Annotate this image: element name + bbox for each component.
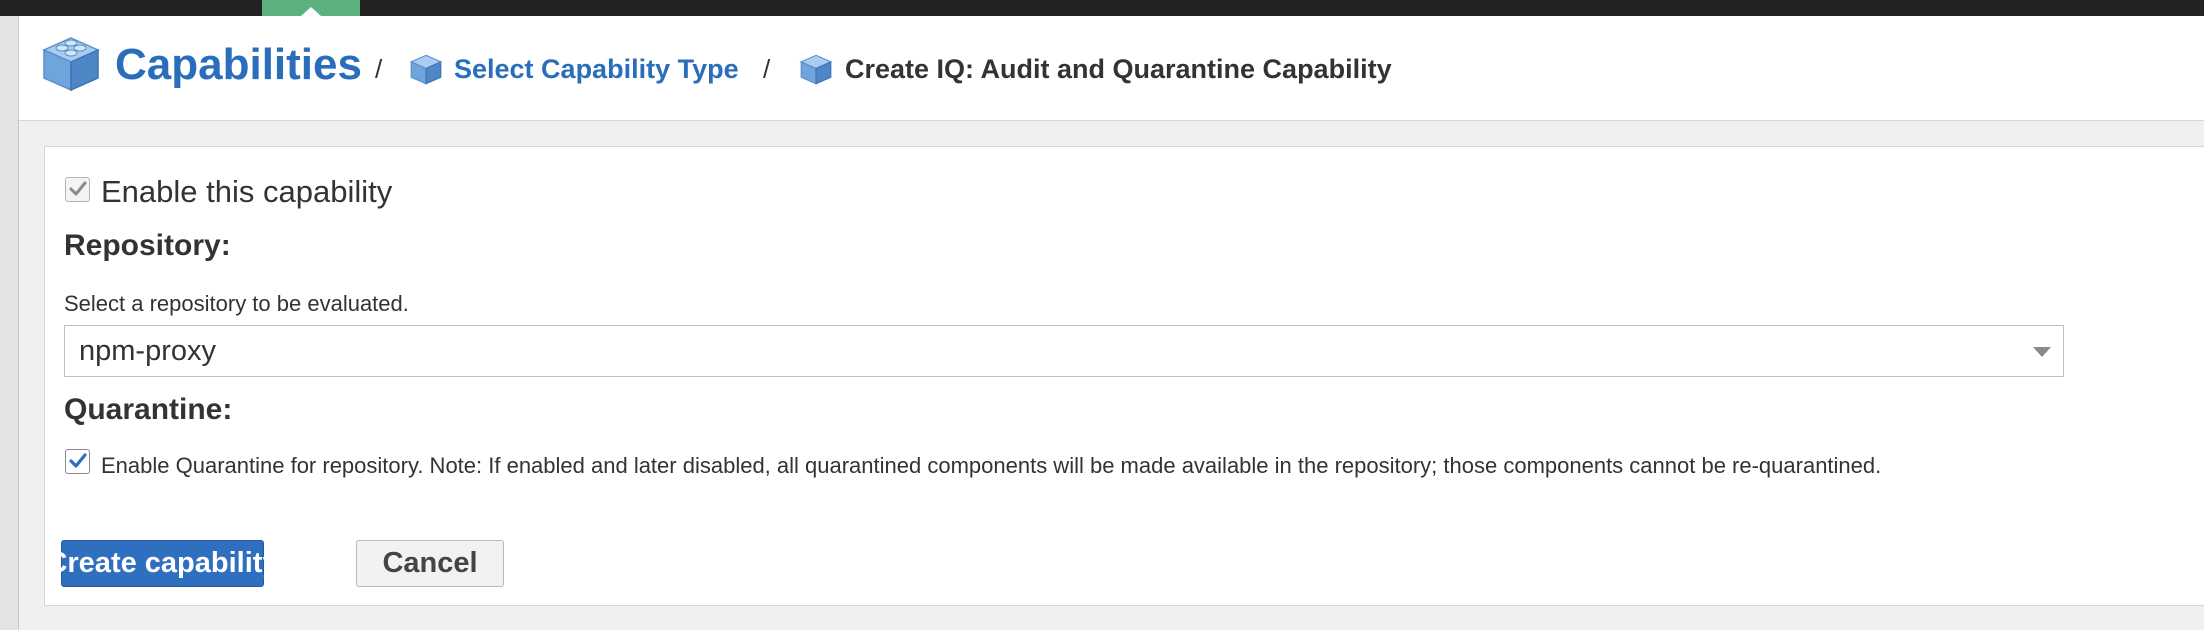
left-strip: [0, 16, 19, 630]
enable-quarantine-checkbox[interactable]: [65, 449, 90, 474]
tab-notch: [301, 7, 321, 16]
repository-select-value: npm-proxy: [79, 335, 216, 367]
quarantine-heading: Quarantine:: [64, 393, 233, 426]
cube-icon: [409, 53, 443, 90]
chevron-down-icon[interactable]: [2033, 347, 2051, 357]
cube-icon: [40, 34, 102, 97]
cancel-button[interactable]: Cancel: [356, 540, 504, 587]
checkmark-icon: [69, 181, 87, 196]
repository-select[interactable]: npm-proxy: [64, 325, 2064, 377]
enable-capability-label[interactable]: Enable this capability: [101, 174, 392, 210]
breadcrumb-separator: /: [763, 54, 771, 84]
breadcrumb-select-capability-type-link[interactable]: Select Capability Type: [454, 54, 739, 85]
breadcrumb-separator: /: [375, 54, 383, 84]
enable-quarantine-label[interactable]: Enable Quarantine for repository. Note: …: [101, 453, 1881, 479]
repository-heading: Repository:: [64, 229, 231, 262]
capability-form-panel: Enable this capability Repository: Selec…: [44, 146, 2204, 606]
breadcrumb: Capabilities / Select Capability Type / …: [19, 16, 2204, 121]
breadcrumb-capabilities-link[interactable]: Capabilities: [115, 40, 362, 90]
checkmark-icon: [69, 453, 87, 468]
repository-help-text: Select a repository to be evaluated.: [64, 291, 409, 316]
breadcrumb-current-page: Create IQ: Audit and Quarantine Capabili…: [845, 54, 1392, 84]
enable-capability-checkbox[interactable]: [65, 177, 90, 202]
create-capability-button[interactable]: Create capability: [46, 540, 279, 587]
cube-icon: [799, 53, 833, 90]
active-nav-tab-indicator[interactable]: [262, 0, 360, 16]
